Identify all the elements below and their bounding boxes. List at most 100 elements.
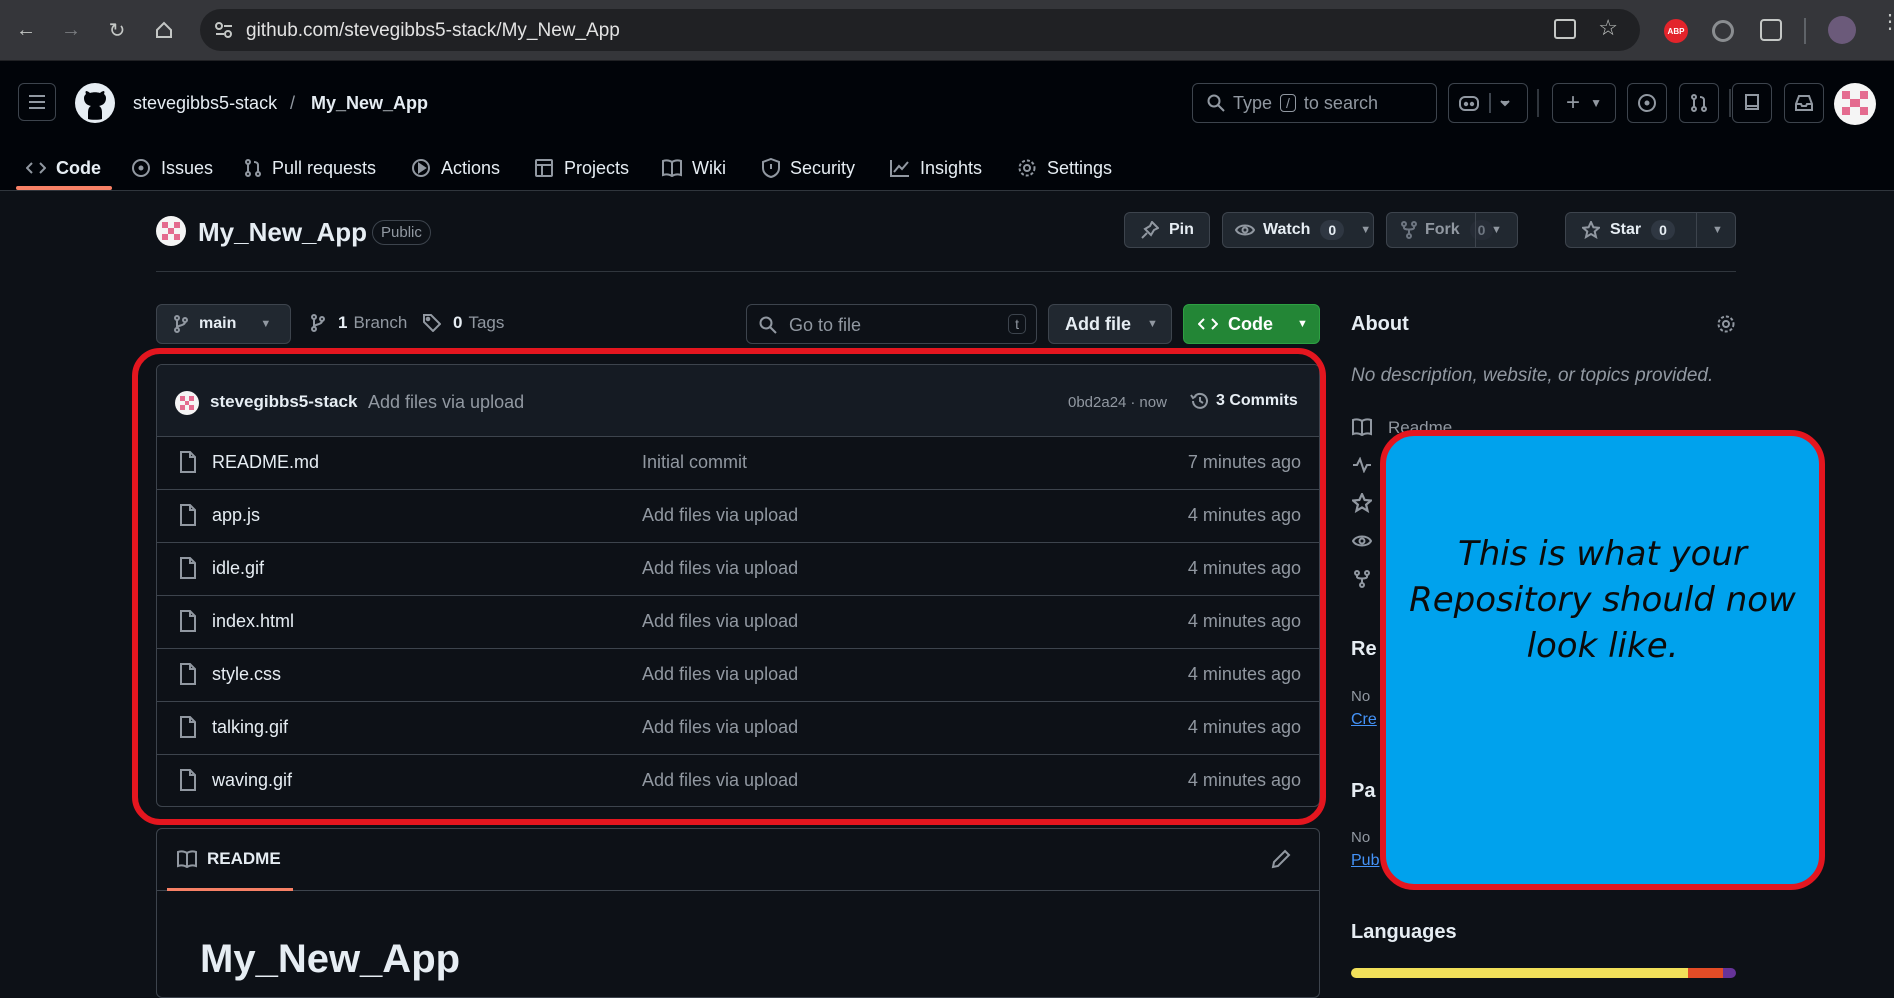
pin-label: Pin — [1169, 221, 1194, 238]
about-title: About — [1351, 313, 1409, 335]
fork-count: 0 — [1469, 220, 1494, 240]
watch-label: Watch — [1263, 221, 1311, 238]
chevron-down-icon[interactable]: ▼ — [1712, 224, 1723, 236]
search-hint-post: to search — [1303, 92, 1378, 113]
pencil-icon[interactable] — [1271, 849, 1291, 869]
add-file-label: Add file — [1065, 313, 1131, 334]
eye-icon — [1352, 535, 1372, 547]
tab-issues[interactable]: Issues — [131, 148, 213, 188]
site-info-icon[interactable] — [214, 21, 234, 39]
tags-count: 0 — [453, 313, 463, 332]
browser-menu-icon[interactable]: ⋮ — [1880, 12, 1894, 32]
tab-code[interactable]: Code — [26, 148, 101, 188]
breadcrumb-owner[interactable]: stevegibbs5-stack — [133, 93, 277, 114]
home-icon[interactable] — [148, 14, 180, 46]
shield-icon — [762, 158, 780, 178]
tab-settings[interactable]: Settings — [1017, 148, 1112, 188]
tab-actions[interactable]: Actions — [411, 148, 500, 188]
tab-security[interactable]: Security — [762, 148, 855, 188]
repositories-icon[interactable] — [1732, 83, 1772, 123]
readme-tab[interactable]: README — [177, 849, 281, 869]
header-divider — [1537, 89, 1539, 117]
install-app-icon[interactable] — [1554, 19, 1576, 39]
star-label: Star — [1610, 221, 1642, 238]
create-release-link[interactable]: Cre — [1351, 711, 1377, 729]
search-icon — [759, 316, 777, 334]
search-hint-key: / — [1280, 94, 1296, 112]
releases-title[interactable]: Re — [1351, 638, 1377, 661]
watch-count: 0 — [1320, 220, 1345, 240]
back-arrow-icon[interactable]: ← — [10, 14, 42, 46]
pull-requests-icon[interactable] — [1679, 83, 1719, 123]
fork-label: Fork — [1425, 221, 1460, 238]
tab-label: Insights — [920, 157, 983, 178]
tab-wiki[interactable]: Wiki — [662, 148, 726, 188]
book-icon — [662, 159, 682, 177]
releases-empty-text: No — [1351, 688, 1371, 705]
reload-icon[interactable]: ↻ — [101, 14, 133, 46]
watch-button[interactable]: Watch 0 ▼ — [1222, 212, 1374, 248]
user-avatar[interactable] — [1834, 83, 1876, 125]
languages-bar[interactable] — [1351, 968, 1736, 978]
repo-forked-icon — [1401, 221, 1417, 239]
fork-button[interactable]: Fork 0 ▼ — [1386, 212, 1518, 248]
hamburger-menu-icon[interactable] — [18, 83, 56, 121]
tab-insights[interactable]: Insights — [890, 148, 982, 188]
chevron-down-icon[interactable]: ▼ — [1491, 224, 1502, 236]
tab-label: Projects — [564, 157, 630, 178]
bookmark-star-icon[interactable]: ☆ — [1598, 15, 1618, 41]
star-button[interactable]: Star 0 ▼ — [1565, 212, 1736, 248]
code-label: Code — [1228, 313, 1273, 334]
address-bar[interactable]: github.com/stevegibbs5-stack/My_New_App … — [200, 9, 1640, 51]
callout-text: This is what your Repository should now … — [1409, 534, 1796, 666]
issues-icon[interactable] — [1627, 83, 1667, 123]
extension-icon[interactable] — [1712, 20, 1734, 42]
repo-title[interactable]: My_New_App — [198, 217, 367, 248]
pulse-icon — [1353, 457, 1371, 473]
inbox-icon[interactable] — [1784, 83, 1824, 123]
github-logo-icon[interactable] — [75, 83, 115, 123]
forward-arrow-icon[interactable]: → — [55, 14, 87, 46]
branch-selector[interactable]: main ▼ — [156, 304, 291, 344]
adblock-extension-icon[interactable]: ABP — [1664, 19, 1688, 43]
pin-icon — [1141, 221, 1159, 239]
tab-label: Code — [56, 157, 101, 178]
tab-projects[interactable]: Projects — [534, 148, 629, 188]
book-icon — [1352, 418, 1372, 436]
pin-button[interactable]: Pin — [1124, 212, 1210, 248]
readme-panel: README My_New_App — [156, 828, 1320, 998]
graph-icon — [890, 160, 909, 177]
readme-header: README — [157, 829, 1319, 891]
global-search-input[interactable]: Type / to search — [1192, 83, 1437, 123]
go-to-file-placeholder: Go to file — [789, 315, 862, 335]
breadcrumb-repo[interactable]: My_New_App — [311, 93, 428, 114]
copilot-button[interactable] — [1448, 83, 1528, 123]
packages-title[interactable]: Pa — [1351, 780, 1375, 803]
star-icon — [1582, 221, 1600, 239]
gear-icon[interactable] — [1716, 314, 1736, 334]
create-new-button[interactable]: + ▼ — [1552, 83, 1616, 123]
tab-pull-requests[interactable]: Pull requests — [244, 148, 376, 188]
chevron-down-icon: ▼ — [1147, 318, 1158, 330]
go-to-file-shortcut: t — [1008, 314, 1026, 334]
search-icon — [1207, 94, 1225, 112]
url-text[interactable]: github.com/stevegibbs5-stack/My_New_App — [246, 20, 620, 42]
repo-owner-avatar[interactable] — [156, 216, 186, 246]
git-branch-icon — [174, 315, 188, 333]
active-tab-underline — [16, 186, 112, 190]
play-icon — [412, 159, 430, 177]
visibility-badge: Public — [372, 220, 431, 245]
profile-avatar[interactable] — [1828, 16, 1856, 44]
readme-tab-label: README — [207, 849, 281, 868]
code-button[interactable]: Code ▼ — [1183, 304, 1320, 344]
add-file-button[interactable]: Add file ▼ — [1048, 304, 1172, 344]
branches-label: Branch — [353, 313, 408, 332]
tags-link[interactable]: 0 Tags — [423, 313, 504, 333]
branches-link[interactable]: 1 Branch — [310, 313, 407, 333]
chevron-down-icon: ▼ — [260, 318, 272, 330]
packages-empty-text: No — [1351, 829, 1371, 846]
publish-package-link[interactable]: Pub — [1351, 852, 1379, 870]
go-to-file-input[interactable]: Go to file t — [746, 304, 1037, 344]
repo-forked-icon — [1354, 570, 1370, 588]
extensions-puzzle-icon[interactable] — [1760, 19, 1782, 41]
